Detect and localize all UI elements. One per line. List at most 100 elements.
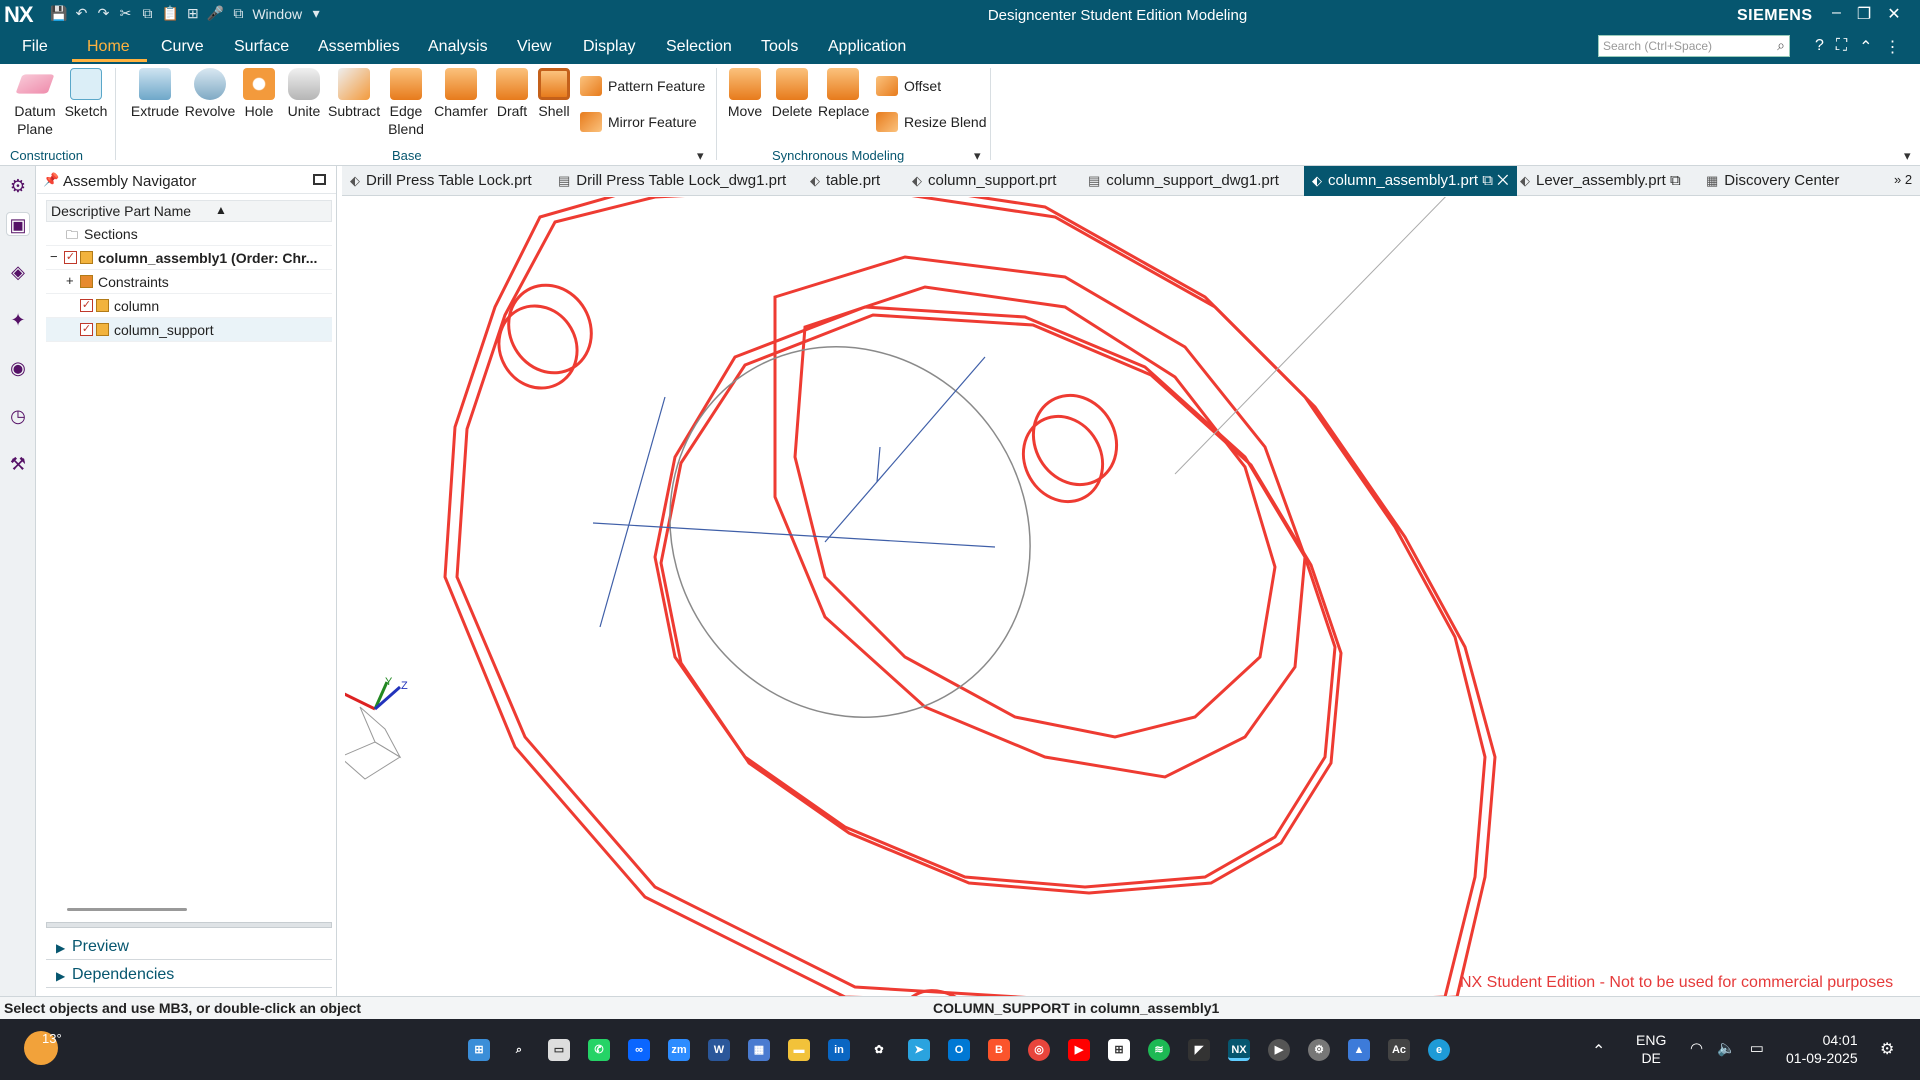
column-header[interactable]: Descriptive Part Name ▲ bbox=[46, 200, 332, 222]
datum-plane-button[interactable]: Datum Plane bbox=[10, 68, 60, 138]
tab-overflow[interactable]: » 2 bbox=[1894, 172, 1912, 187]
settings-icon[interactable]: ⚙ bbox=[1308, 1039, 1330, 1061]
more-icon[interactable]: ⋮ bbox=[1885, 37, 1901, 57]
tree-row-column-support[interactable]: ✓ column_support bbox=[46, 318, 332, 342]
file-explorer-icon[interactable]: ▬ bbox=[788, 1039, 810, 1061]
paste-icon[interactable]: 📋 bbox=[161, 5, 178, 22]
tab-lever-assembly[interactable]: ⬖ Lever_assembly.prt ⧉ bbox=[1520, 172, 1681, 189]
popout-icon[interactable]: ⧉ bbox=[1670, 172, 1681, 189]
menu-curve[interactable]: Curve bbox=[161, 38, 204, 56]
visibility-checkbox[interactable]: ✓ bbox=[80, 299, 93, 312]
tab-table[interactable]: ⬖ table.prt bbox=[810, 172, 880, 189]
chevron-down-icon[interactable]: ▾ bbox=[308, 5, 324, 22]
maximize-icon[interactable] bbox=[313, 174, 326, 185]
menu-selection[interactable]: Selection bbox=[666, 38, 732, 56]
roles-icon[interactable]: ⚒ bbox=[6, 452, 30, 476]
preview-panel[interactable]: ▶ Preview bbox=[46, 938, 332, 960]
autocad-icon[interactable]: Ac bbox=[1388, 1039, 1410, 1061]
edge-blend-button[interactable]: Edge Blend bbox=[384, 68, 428, 138]
move-button[interactable]: Move bbox=[726, 68, 764, 120]
calculator-icon[interactable]: ▦ bbox=[748, 1039, 770, 1061]
volume-icon[interactable]: 🔈 bbox=[1717, 1039, 1736, 1057]
battery-icon[interactable]: ▭ bbox=[1750, 1039, 1764, 1057]
reuse-library-icon[interactable]: ✦ bbox=[6, 308, 30, 332]
start-icon[interactable]: ⊞ bbox=[468, 1039, 490, 1061]
zoom-icon[interactable]: zm bbox=[668, 1039, 690, 1061]
base-group-expand-icon[interactable]: ▾ bbox=[697, 148, 704, 164]
spotify-icon[interactable]: ≋ bbox=[1148, 1039, 1170, 1061]
redo-icon[interactable]: ↷ bbox=[95, 5, 111, 22]
history-icon[interactable]: ◷ bbox=[6, 404, 30, 428]
window-menu[interactable]: Window bbox=[252, 6, 302, 22]
tab-drill-press-table-lock-dwg[interactable]: ▤ Drill Press Table Lock_dwg1.prt bbox=[558, 172, 786, 189]
chatgpt-icon[interactable]: ✿ bbox=[868, 1039, 890, 1061]
horizontal-scrollbar[interactable] bbox=[67, 908, 187, 911]
delete-button[interactable]: Delete bbox=[770, 68, 814, 120]
menu-analysis[interactable]: Analysis bbox=[428, 38, 488, 56]
microphone-icon[interactable]: 🎤 bbox=[207, 5, 224, 22]
nx-taskbar-icon[interactable]: NX bbox=[1228, 1039, 1250, 1061]
help-icon[interactable]: ? bbox=[1815, 37, 1824, 57]
menu-tools[interactable]: Tools bbox=[761, 38, 798, 56]
wifi-icon[interactable]: ◠ bbox=[1690, 1039, 1703, 1057]
replace-button[interactable]: Replace bbox=[818, 68, 869, 120]
task-view-icon[interactable]: ▭ bbox=[548, 1039, 570, 1061]
input-language[interactable]: ENG DE bbox=[1636, 1031, 1666, 1067]
menu-surface[interactable]: Surface bbox=[234, 38, 289, 56]
meta-icon[interactable]: ∞ bbox=[628, 1039, 650, 1061]
pin-icon[interactable]: 📌 bbox=[43, 172, 59, 188]
photos-icon[interactable]: ▲ bbox=[1348, 1039, 1370, 1061]
minimize-icon[interactable]: – bbox=[1832, 4, 1841, 24]
close-tab-icon[interactable]: ✕ bbox=[1497, 172, 1508, 189]
menu-application[interactable]: Application bbox=[828, 38, 906, 56]
edge-icon[interactable]: e bbox=[1428, 1039, 1450, 1061]
mirror-feature-button[interactable]: Mirror Feature bbox=[580, 112, 697, 132]
part-navigator-icon[interactable]: ◈ bbox=[6, 260, 30, 284]
switch-window-icon[interactable]: ⧉ bbox=[230, 5, 246, 22]
resize-blend-button[interactable]: Resize Blend bbox=[876, 112, 987, 132]
telegram-icon[interactable]: ➤ bbox=[908, 1039, 930, 1061]
search-icon[interactable]: ⌕ bbox=[508, 1039, 530, 1061]
draft-button[interactable]: Draft bbox=[492, 68, 532, 120]
settings-icon[interactable]: ⚙ bbox=[6, 174, 30, 198]
menu-display[interactable]: Display bbox=[583, 38, 635, 56]
ribbon-options-icon[interactable]: ▾ bbox=[1904, 148, 1911, 164]
menu-file[interactable]: File bbox=[22, 38, 48, 56]
extrude-button[interactable]: Extrude bbox=[130, 68, 180, 120]
tab-drill-press-table-lock[interactable]: ⬖ Drill Press Table Lock.prt bbox=[350, 172, 532, 189]
tab-column-assembly[interactable]: ⬖ column_assembly1.prt ⧉ ✕ bbox=[1304, 166, 1517, 196]
pattern-feature-button[interactable]: Pattern Feature bbox=[580, 76, 705, 96]
menu-home[interactable]: Home bbox=[87, 38, 130, 56]
save-icon[interactable]: 💾 bbox=[50, 5, 67, 22]
search-icon[interactable]: ⌕ bbox=[1777, 37, 1785, 54]
restore-icon[interactable]: ❐ bbox=[1857, 4, 1871, 24]
whatsapp-icon[interactable]: ✆ bbox=[588, 1039, 610, 1061]
tree-row-sections[interactable]: 🗀 Sections bbox=[46, 222, 332, 246]
linkedin-icon[interactable]: in bbox=[828, 1039, 850, 1061]
collapse-icon[interactable]: − bbox=[50, 249, 58, 264]
offset-button[interactable]: Offset bbox=[876, 76, 941, 96]
shell-button[interactable]: Shell bbox=[536, 68, 572, 120]
window-icon[interactable]: ⊞ bbox=[185, 5, 201, 22]
tree-row-column-assembly[interactable]: − ✓ column_assembly1 (Order: Chr... bbox=[46, 246, 332, 270]
tree-row-constraints[interactable]: + Constraints bbox=[46, 270, 332, 294]
close-icon[interactable]: ✕ bbox=[1887, 4, 1900, 24]
copy-icon[interactable]: ⧉ bbox=[139, 5, 155, 22]
youtube-icon[interactable]: ▶ bbox=[1068, 1039, 1090, 1061]
chrome-icon[interactable]: ◎ bbox=[1028, 1039, 1050, 1061]
unite-button[interactable]: Unite bbox=[284, 68, 324, 120]
sketch-button[interactable]: Sketch bbox=[64, 68, 108, 120]
menu-assemblies[interactable]: Assemblies bbox=[318, 38, 400, 56]
media-player-icon[interactable]: ▶ bbox=[1268, 1039, 1290, 1061]
popout-icon[interactable]: ⧉ bbox=[1482, 172, 1493, 189]
clock[interactable]: 04:01 01-09-2025 bbox=[1786, 1031, 1858, 1067]
assembly-navigator-icon[interactable]: ▣ bbox=[6, 212, 30, 236]
tab-discovery-center[interactable]: ▦ Discovery Center bbox=[1706, 172, 1839, 189]
chamfer-button[interactable]: Chamfer bbox=[434, 68, 488, 120]
menu-view[interactable]: View bbox=[517, 38, 551, 56]
brave-icon[interactable]: B bbox=[988, 1039, 1010, 1061]
cut-icon[interactable]: ✂ bbox=[117, 5, 133, 22]
tab-column-support-dwg[interactable]: ▤ column_support_dwg1.prt bbox=[1088, 172, 1279, 189]
show-hidden-icons-icon[interactable]: ⌃ bbox=[1592, 1041, 1605, 1061]
graphics-window[interactable]: X Y Z bbox=[345, 197, 1920, 997]
